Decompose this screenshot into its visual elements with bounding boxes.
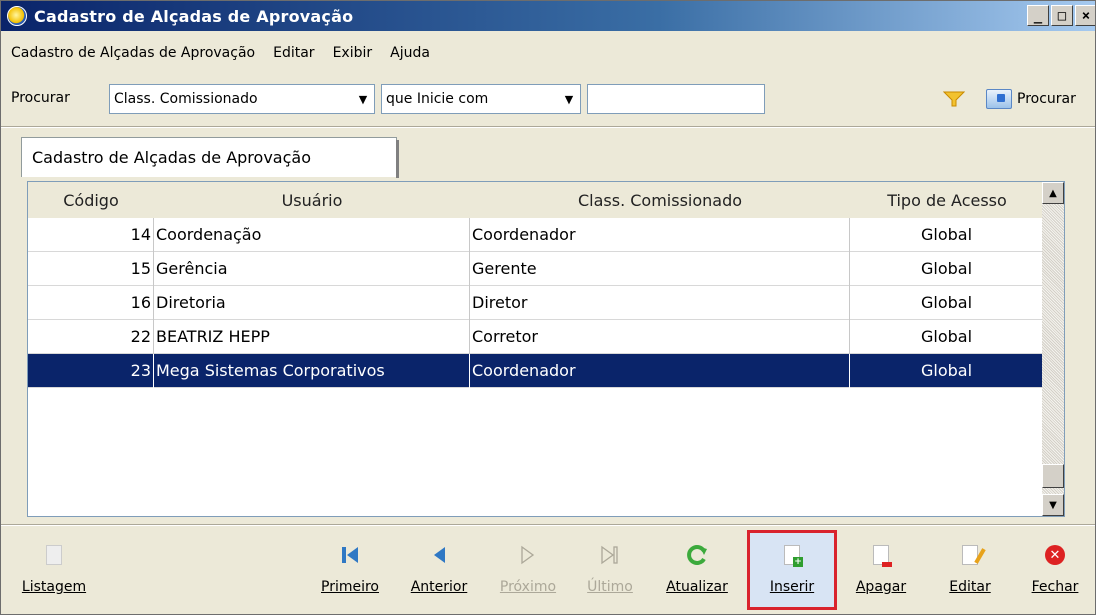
search-bar: Procurar Class. Comissionado ▼ que Inici… <box>1 84 1095 116</box>
editar-label: Editar <box>949 579 991 595</box>
cell-code: 14 <box>28 218 154 252</box>
search-label: Procurar <box>11 90 70 106</box>
ultimo-label: Último <box>587 579 633 595</box>
divider <box>1 524 1095 526</box>
column-header-usuario[interactable]: Usuário <box>154 191 470 210</box>
cell-class: Corretor <box>470 320 850 354</box>
close-icon: ✕ <box>1044 544 1066 566</box>
cell-user: Diretoria <box>154 286 470 320</box>
cell-type: Global <box>850 286 1044 320</box>
cell-type: Global <box>850 354 1044 388</box>
first-record-icon <box>339 544 361 566</box>
atualizar-button[interactable]: Atualizar <box>651 530 743 610</box>
list-document-icon <box>43 544 65 566</box>
apagar-label: Apagar <box>855 579 907 595</box>
title-bar[interactable]: Cadastro de Alçadas de Aprovação _ □ × <box>1 1 1095 31</box>
inserir-button[interactable]: + Inserir <box>747 530 837 610</box>
refresh-icon <box>686 544 708 566</box>
table-row[interactable]: 16 Diretoria Diretor Global <box>28 286 1044 320</box>
tab-label: Cadastro de Alçadas de Aprovação <box>32 148 311 167</box>
scroll-down-icon[interactable]: ▼ <box>1042 494 1064 516</box>
primeiro-label: Primeiro <box>321 579 379 595</box>
grid-header: Código Usuário Class. Comissionado Tipo … <box>28 182 1044 218</box>
maximize-icon[interactable]: □ <box>1051 5 1073 26</box>
insert-document-icon: + <box>781 544 803 567</box>
last-record-icon <box>599 544 621 566</box>
close-window-icon[interactable]: × <box>1075 5 1095 26</box>
find-button-label: Procurar <box>1017 91 1076 107</box>
dropdown-arrow-icon[interactable]: ▼ <box>352 93 374 106</box>
search-field-value: Class. Comissionado <box>114 91 258 107</box>
cell-code: 22 <box>28 320 154 354</box>
anterior-button[interactable]: Anterior <box>399 530 479 610</box>
search-field-select[interactable]: Class. Comissionado ▼ <box>109 84 375 114</box>
cell-code: 16 <box>28 286 154 320</box>
bottom-toolbar: Listagem Primeiro Anterior Próximo Últim… <box>1 530 1095 614</box>
grid-rows: 14 Coordenação Coordenador Global 15 Ger… <box>28 218 1044 388</box>
listagem-button[interactable]: Listagem <box>19 530 89 610</box>
scroll-thumb[interactable] <box>1042 464 1064 488</box>
cell-class: Diretor <box>470 286 850 320</box>
cell-type: Global <box>850 320 1044 354</box>
cell-type: Global <box>850 218 1044 252</box>
proximo-button[interactable]: Próximo <box>491 530 565 610</box>
app-logo-icon <box>7 6 27 26</box>
menu-ajuda[interactable]: Ajuda <box>380 45 438 67</box>
minimize-icon[interactable]: _ <box>1027 5 1049 26</box>
table-row[interactable]: 15 Gerência Gerente Global <box>28 252 1044 286</box>
menu-editar[interactable]: Editar <box>263 45 322 67</box>
delete-document-icon <box>870 544 892 567</box>
column-header-codigo[interactable]: Código <box>28 191 154 210</box>
window-title: Cadastro de Alçadas de Aprovação <box>34 6 354 26</box>
vertical-scrollbar[interactable]: ▲ ▼ <box>1042 182 1064 516</box>
search-input[interactable] <box>587 84 765 114</box>
tab-cadastro[interactable]: Cadastro de Alçadas de Aprovação <box>21 137 399 178</box>
cell-class: Gerente <box>470 252 850 286</box>
cell-class: Coordenador <box>470 218 850 252</box>
column-header-tipo[interactable]: Tipo de Acesso <box>850 191 1044 210</box>
menu-exibir[interactable]: Exibir <box>323 45 381 67</box>
edit-document-icon <box>959 544 986 566</box>
proximo-label: Próximo <box>499 579 557 595</box>
previous-record-icon <box>428 544 450 566</box>
find-icon <box>986 89 1012 109</box>
window-controls: _ □ × <box>1027 5 1095 26</box>
next-record-icon <box>517 544 539 566</box>
cell-class: Coordenador <box>470 354 850 388</box>
search-condition-select[interactable]: que Inicie com ▼ <box>381 84 581 114</box>
menu-bar: Cadastro de Alçadas de Aprovação Editar … <box>1 45 438 67</box>
cell-type: Global <box>850 252 1044 286</box>
column-header-class[interactable]: Class. Comissionado <box>470 191 850 210</box>
divider <box>1 126 1095 128</box>
fechar-label: Fechar <box>1031 579 1079 595</box>
listagem-label: Listagem <box>21 579 87 595</box>
fechar-button[interactable]: ✕ Fechar <box>1019 530 1091 610</box>
cell-user: BEATRIZ HEPP <box>154 320 470 354</box>
find-button[interactable]: Procurar <box>986 86 1076 112</box>
anterior-label: Anterior <box>410 579 468 595</box>
cell-code: 15 <box>28 252 154 286</box>
menu-cadastro[interactable]: Cadastro de Alçadas de Aprovação <box>1 45 263 67</box>
table-row[interactable]: 14 Coordenação Coordenador Global <box>28 218 1044 252</box>
cell-code: 23 <box>28 354 154 388</box>
apagar-button[interactable]: Apagar <box>843 530 919 610</box>
data-grid: Código Usuário Class. Comissionado Tipo … <box>27 181 1065 517</box>
atualizar-label: Atualizar <box>666 579 728 595</box>
dropdown-arrow-icon[interactable]: ▼ <box>558 93 580 106</box>
table-row[interactable]: 22 BEATRIZ HEPP Corretor Global <box>28 320 1044 354</box>
cell-user: Mega Sistemas Corporativos <box>154 354 470 388</box>
filter-icon[interactable] <box>943 90 965 108</box>
inserir-label: Inserir <box>769 579 815 595</box>
table-row-selected[interactable]: 23 Mega Sistemas Corporativos Coordenado… <box>28 354 1044 388</box>
search-condition-value: que Inicie com <box>386 91 489 107</box>
app-window: Cadastro de Alçadas de Aprovação _ □ × C… <box>0 0 1096 615</box>
scroll-up-icon[interactable]: ▲ <box>1042 182 1064 204</box>
cell-user: Gerência <box>154 252 470 286</box>
editar-button[interactable]: Editar <box>935 530 1005 610</box>
ultimo-button[interactable]: Último <box>577 530 643 610</box>
cell-user: Coordenação <box>154 218 470 252</box>
primeiro-button[interactable]: Primeiro <box>313 530 387 610</box>
